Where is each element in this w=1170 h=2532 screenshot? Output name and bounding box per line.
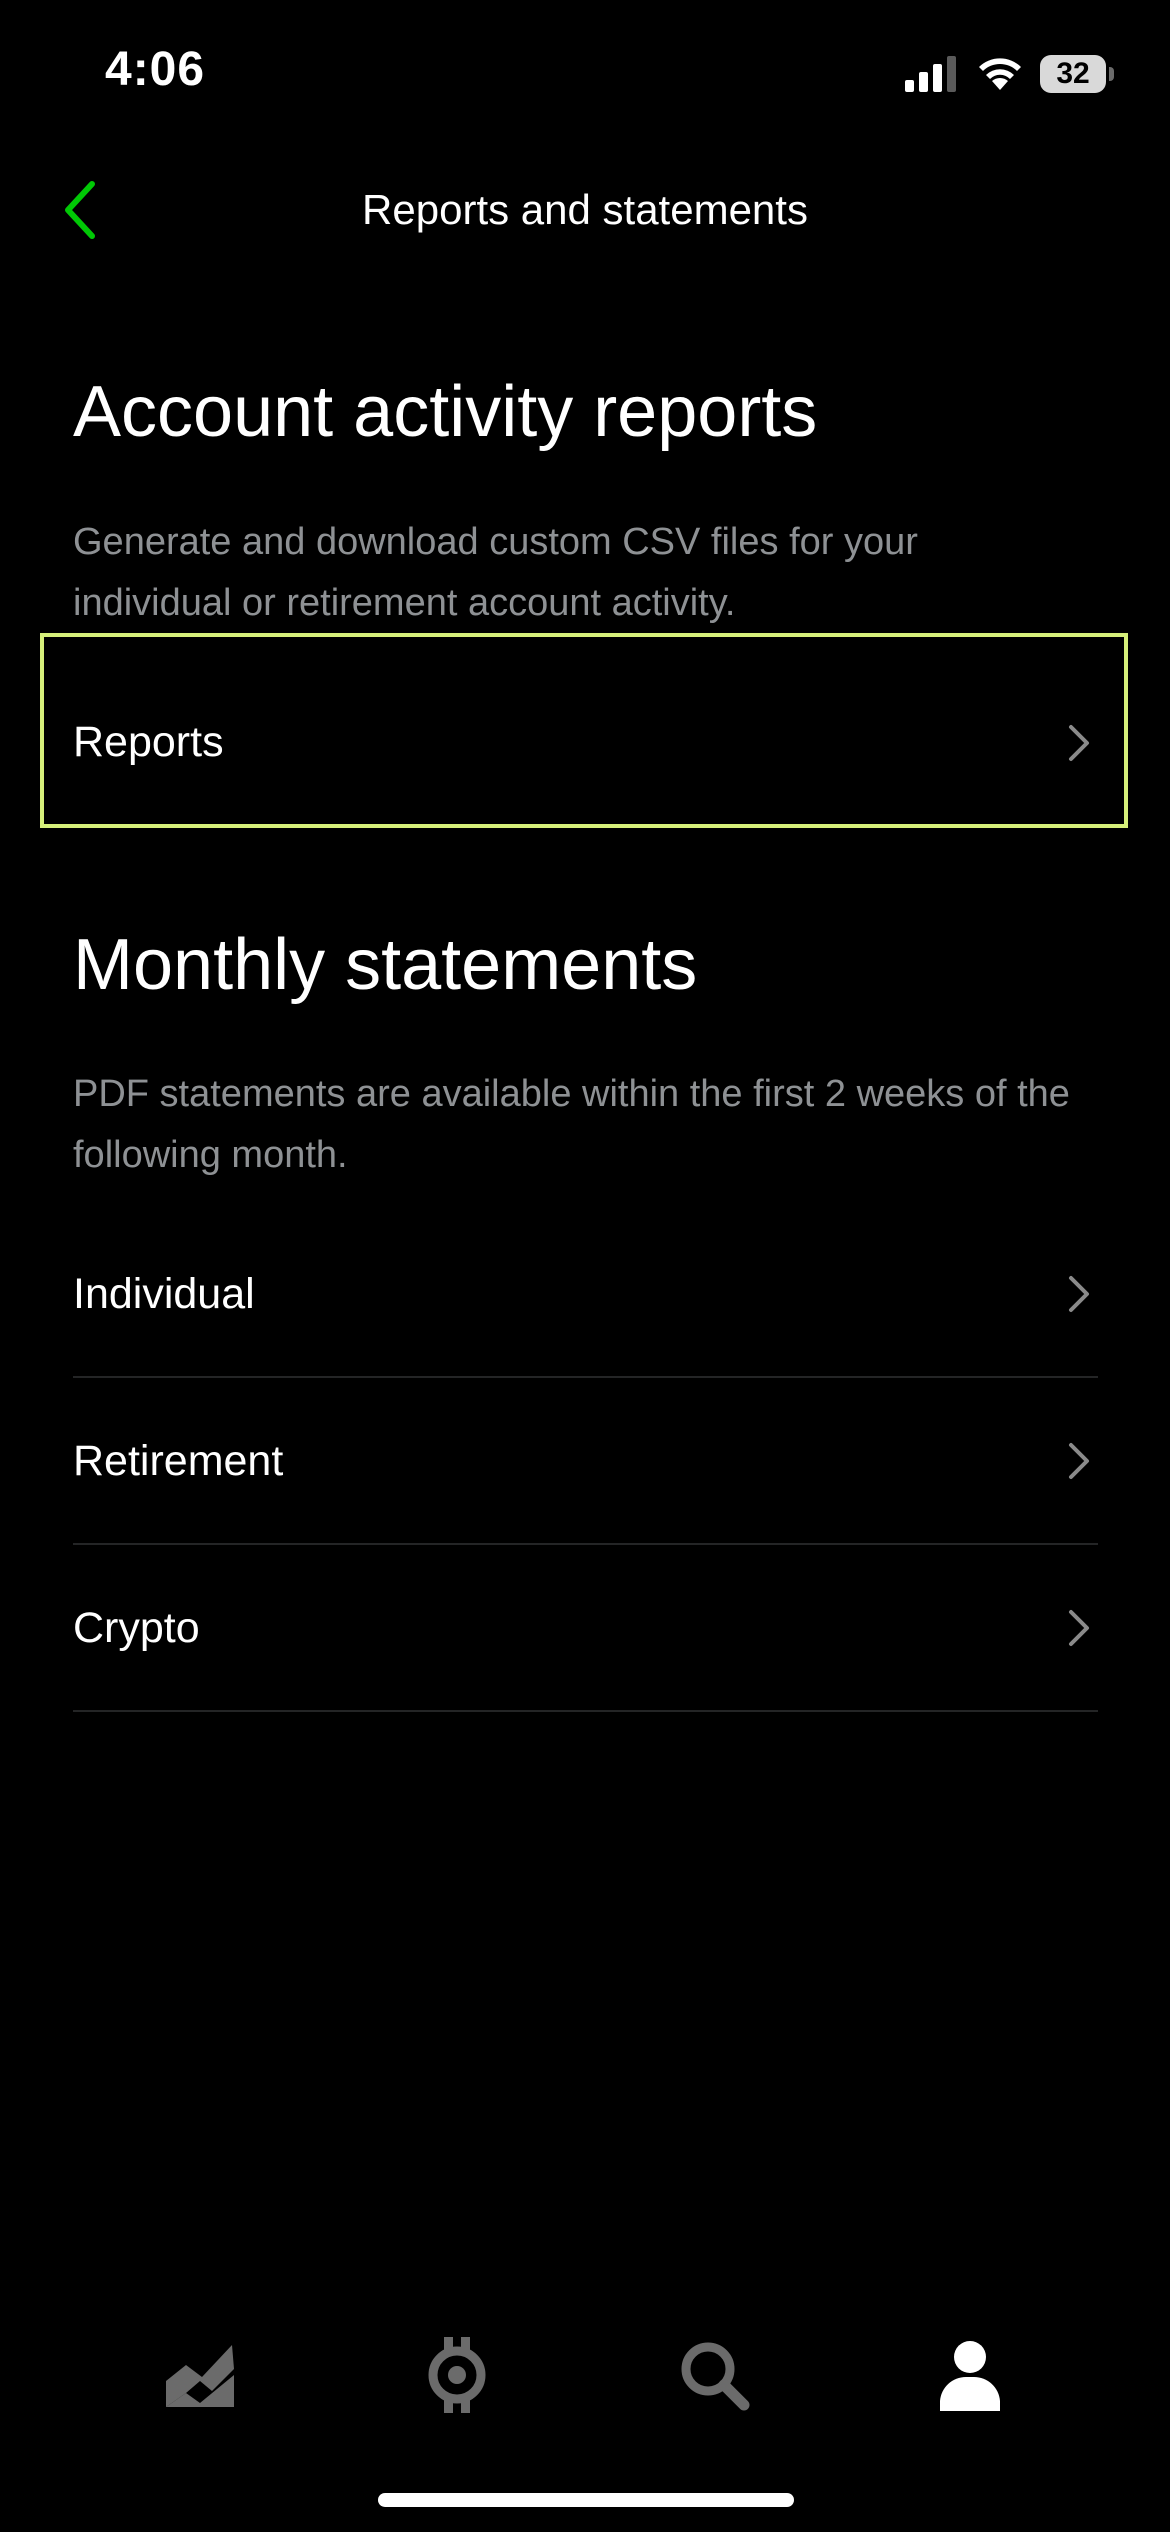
account-icon (940, 2341, 1000, 2411)
chevron-right-icon (1059, 1441, 1099, 1481)
chevron-right-icon (1059, 723, 1099, 763)
reports-row[interactable]: Reports (73, 660, 1098, 825)
search-icon (681, 2342, 750, 2411)
crypto-icon (428, 2337, 486, 2413)
page-title: Reports and statements (362, 186, 808, 233)
battery-level: 32 (1056, 57, 1090, 90)
wifi-icon (979, 58, 1021, 90)
statement-row-individual[interactable]: Individual (73, 1212, 1098, 1378)
chart-icon (166, 2345, 234, 2407)
tab-search[interactable] (669, 2330, 759, 2420)
monthly-section-heading: Monthly statements (73, 925, 698, 1005)
tab-bar (0, 2300, 1170, 2430)
activity-section-description: Generate and download custom CSV files f… (73, 521, 918, 624)
tab-account[interactable] (925, 2330, 1015, 2420)
home-indicator (378, 2493, 794, 2507)
chevron-right-icon (1059, 1608, 1099, 1648)
tab-crypto[interactable] (412, 2330, 502, 2420)
nav-header: Reports and statements (0, 150, 1170, 270)
statement-row-crypto[interactable]: Crypto (73, 1546, 1098, 1712)
cellular-signal-icon (905, 56, 956, 92)
activity-section-heading: Account activity reports (73, 372, 818, 452)
statement-row-retirement[interactable]: Retirement (73, 1379, 1098, 1545)
chevron-left-icon (65, 181, 95, 239)
battery-nub (1109, 67, 1114, 81)
monthly-section-description: PDF statements are available within the … (73, 1073, 1070, 1176)
status-bar: 4:06 32 (0, 0, 1170, 150)
status-time: 4:06 (105, 43, 206, 96)
statement-row-label: Crypto (73, 1603, 200, 1652)
statement-row-label: Individual (73, 1269, 255, 1318)
tab-investing[interactable] (155, 2330, 245, 2420)
back-button[interactable] (40, 170, 120, 250)
chevron-right-icon (1059, 1274, 1099, 1314)
statement-row-label: Retirement (73, 1436, 284, 1485)
reports-row-label: Reports (73, 718, 224, 766)
battery-icon: 32 (1040, 55, 1114, 93)
